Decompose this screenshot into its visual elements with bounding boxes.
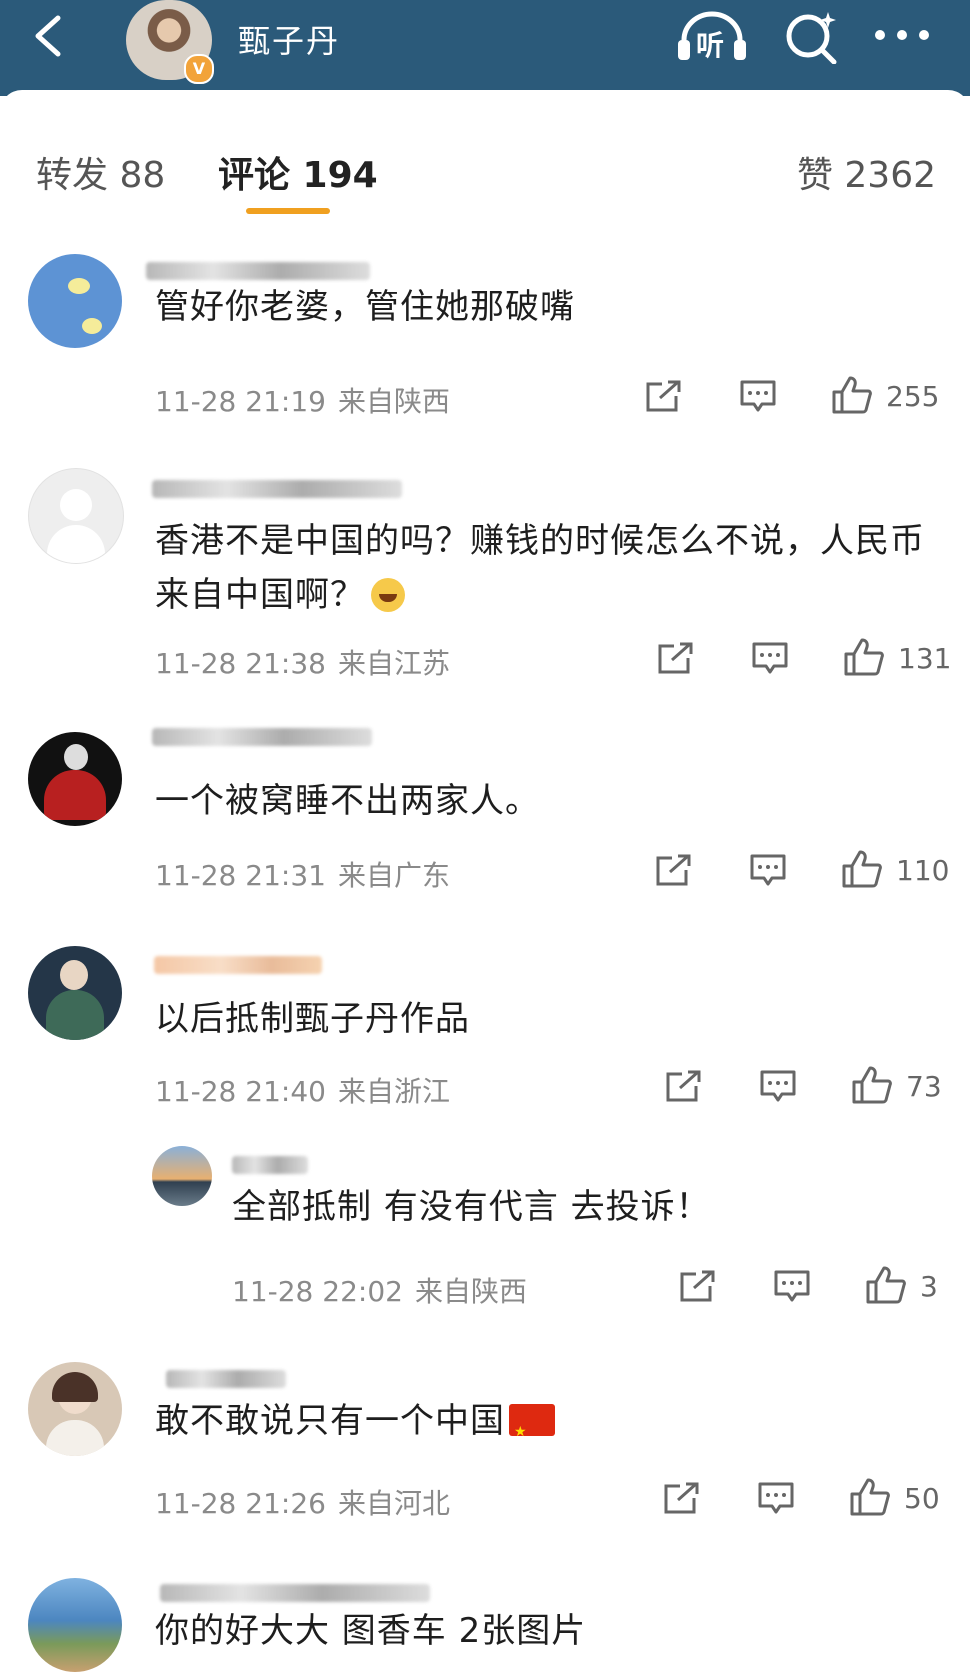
back-button[interactable] bbox=[30, 14, 70, 58]
laughing-emoji-icon bbox=[371, 578, 405, 612]
comment-meta: 11-28 22:02 来自陕西 bbox=[232, 1270, 527, 1310]
comment-location: 来自河北 bbox=[337, 1487, 450, 1520]
thumbs-up-icon bbox=[842, 850, 882, 888]
comment-time: 11-28 21:38 bbox=[155, 647, 326, 680]
comment-icon bbox=[758, 1482, 794, 1514]
reply-button[interactable] bbox=[740, 380, 776, 418]
listen-button[interactable]: 听 bbox=[676, 10, 748, 64]
like-button[interactable] bbox=[844, 638, 884, 680]
like-count: 50 bbox=[904, 1482, 940, 1515]
comment-icon bbox=[760, 1070, 796, 1102]
avatar[interactable] bbox=[28, 254, 122, 348]
share-icon bbox=[658, 642, 693, 674]
share-button[interactable] bbox=[664, 1482, 700, 1518]
more-button[interactable] bbox=[872, 22, 932, 48]
comment-time: 11-28 22:02 bbox=[232, 1275, 403, 1308]
username-redacted[interactable] bbox=[152, 728, 372, 746]
comment-icon bbox=[740, 380, 776, 412]
share-icon bbox=[656, 854, 691, 886]
search-sparkle-icon bbox=[786, 12, 837, 65]
avatar[interactable] bbox=[28, 946, 122, 1040]
like-count: 73 bbox=[906, 1070, 942, 1103]
comment-location: 来自广东 bbox=[337, 859, 450, 892]
comment-meta: 11-28 21:26 来自河北 bbox=[155, 1482, 450, 1522]
top-bar: V 甄子丹 听 bbox=[0, 0, 970, 96]
thumbs-up-icon bbox=[844, 638, 884, 676]
reply-button[interactable] bbox=[758, 1482, 794, 1520]
reply-button[interactable] bbox=[752, 642, 788, 680]
tab-likes[interactable]: 赞 2362 bbox=[797, 146, 936, 198]
thumbs-up-icon bbox=[866, 1266, 906, 1304]
china-flag-icon bbox=[509, 1404, 555, 1459]
like-button[interactable] bbox=[850, 1478, 890, 1520]
reply-button[interactable] bbox=[760, 1070, 796, 1108]
share-icon bbox=[646, 380, 681, 412]
share-button[interactable] bbox=[658, 642, 694, 678]
comment-time: 11-28 21:19 bbox=[155, 385, 326, 418]
avatar[interactable] bbox=[152, 1146, 212, 1206]
like-count: 131 bbox=[898, 642, 952, 675]
like-button[interactable] bbox=[842, 850, 882, 892]
share-icon bbox=[680, 1270, 715, 1302]
reply-button[interactable] bbox=[750, 854, 786, 892]
comment-text: 以后抵制甄子丹作品 bbox=[155, 999, 470, 1039]
thumbs-up-icon bbox=[852, 1066, 892, 1104]
comment-text: 香港不是中国的吗？赚钱的时候怎么不说，人民币来自中国啊？ bbox=[155, 521, 925, 615]
chevron-left-icon bbox=[35, 15, 61, 57]
reply-button[interactable] bbox=[774, 1270, 810, 1308]
author-avatar[interactable]: V bbox=[126, 0, 214, 84]
username-redacted[interactable] bbox=[146, 262, 370, 280]
comment-icon bbox=[752, 642, 788, 674]
username-redacted[interactable] bbox=[232, 1156, 308, 1174]
comment-text: 一个被窝睡不出两家人。 bbox=[155, 781, 540, 821]
comment-location: 来自陕西 bbox=[337, 385, 450, 418]
comment-icon bbox=[774, 1270, 810, 1302]
share-button[interactable] bbox=[680, 1270, 716, 1306]
comment-meta: 11-28 21:38 来自江苏 bbox=[155, 642, 450, 682]
like-button[interactable] bbox=[866, 1266, 906, 1308]
comment-location: 来自浙江 bbox=[337, 1075, 450, 1108]
active-tab-indicator bbox=[246, 208, 330, 214]
thumbs-up-icon bbox=[850, 1478, 890, 1516]
comment-location: 来自陕西 bbox=[414, 1275, 527, 1308]
avatar[interactable] bbox=[28, 1362, 122, 1456]
comment-icon bbox=[750, 854, 786, 886]
comment-meta: 11-28 21:40 来自浙江 bbox=[155, 1070, 450, 1110]
username-redacted[interactable] bbox=[160, 1584, 430, 1602]
search-button[interactable] bbox=[784, 8, 840, 65]
like-count: 255 bbox=[886, 380, 940, 413]
share-icon bbox=[664, 1482, 699, 1514]
comment-text: 管好你老婆，管住她那破嘴 bbox=[155, 287, 575, 327]
comment-time: 11-28 21:26 bbox=[155, 1487, 326, 1520]
comment-text: 全部抵制 有没有代言 去投诉！ bbox=[232, 1187, 711, 1227]
avatar[interactable] bbox=[28, 732, 122, 826]
more-dots-icon bbox=[875, 30, 929, 40]
thumbs-up-icon bbox=[832, 376, 872, 414]
author-name[interactable]: 甄子丹 bbox=[238, 16, 340, 62]
username-redacted[interactable] bbox=[166, 1370, 286, 1388]
username-redacted[interactable] bbox=[154, 956, 322, 974]
comment-meta: 11-28 21:31 来自广东 bbox=[155, 854, 450, 894]
tab-repost[interactable]: 转发 88 bbox=[36, 146, 165, 198]
avatar[interactable] bbox=[28, 1578, 122, 1672]
like-count: 3 bbox=[920, 1270, 938, 1303]
like-button[interactable] bbox=[832, 376, 872, 418]
comment-text: 敢不敢说只有一个中国 bbox=[155, 1394, 555, 1459]
comment-time: 11-28 21:31 bbox=[155, 859, 326, 892]
share-icon bbox=[666, 1070, 701, 1102]
avatar[interactable] bbox=[28, 468, 124, 564]
like-button[interactable] bbox=[852, 1066, 892, 1108]
comment-location: 来自江苏 bbox=[337, 647, 450, 680]
comment-meta: 11-28 21:19 来自陕西 bbox=[155, 380, 450, 420]
tab-comments[interactable]: 评论 194 bbox=[218, 146, 378, 198]
listen-label: 听 bbox=[696, 29, 725, 62]
like-count: 110 bbox=[896, 854, 950, 887]
username-redacted[interactable] bbox=[152, 480, 402, 498]
verified-badge: V bbox=[184, 54, 214, 84]
share-button[interactable] bbox=[656, 854, 692, 890]
share-button[interactable] bbox=[646, 380, 682, 416]
comment-text: 你的好大大 图香车 2张图片 bbox=[155, 1611, 587, 1651]
share-button[interactable] bbox=[666, 1070, 702, 1106]
comment-time: 11-28 21:40 bbox=[155, 1075, 326, 1108]
